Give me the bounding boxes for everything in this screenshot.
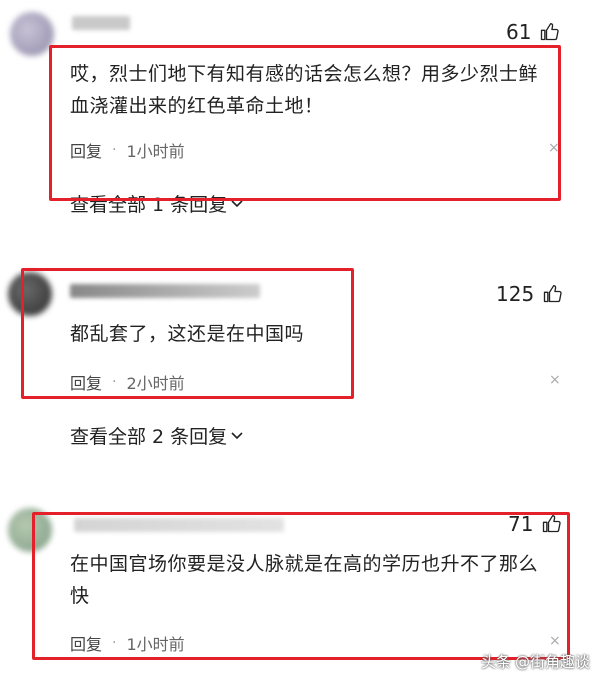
view-all-replies-link[interactable]: 查看全部 2 条回复 (70, 422, 243, 449)
watermark: 头条 @街角趣谈 (481, 651, 590, 672)
thumbs-up-icon[interactable] (539, 21, 560, 43)
watermark-author: @街角趣谈 (514, 653, 590, 671)
username-blurred[interactable] (72, 16, 130, 30)
like-count-area[interactable]: 125 (496, 282, 562, 306)
like-count: 125 (496, 282, 535, 306)
avatar[interactable] (10, 12, 54, 56)
close-icon[interactable]: × (549, 372, 561, 388)
thumbs-up-icon[interactable] (542, 283, 562, 305)
like-count-area[interactable]: 61 (506, 20, 560, 44)
highlight-box (49, 45, 561, 201)
like-count: 61 (506, 20, 532, 44)
chevron-down-icon (231, 431, 243, 439)
highlight-box (32, 512, 570, 660)
highlight-box (21, 268, 354, 399)
watermark-platform: 头条 (480, 653, 511, 671)
view-all-replies-label: 查看全部 2 条回复 (70, 426, 228, 448)
